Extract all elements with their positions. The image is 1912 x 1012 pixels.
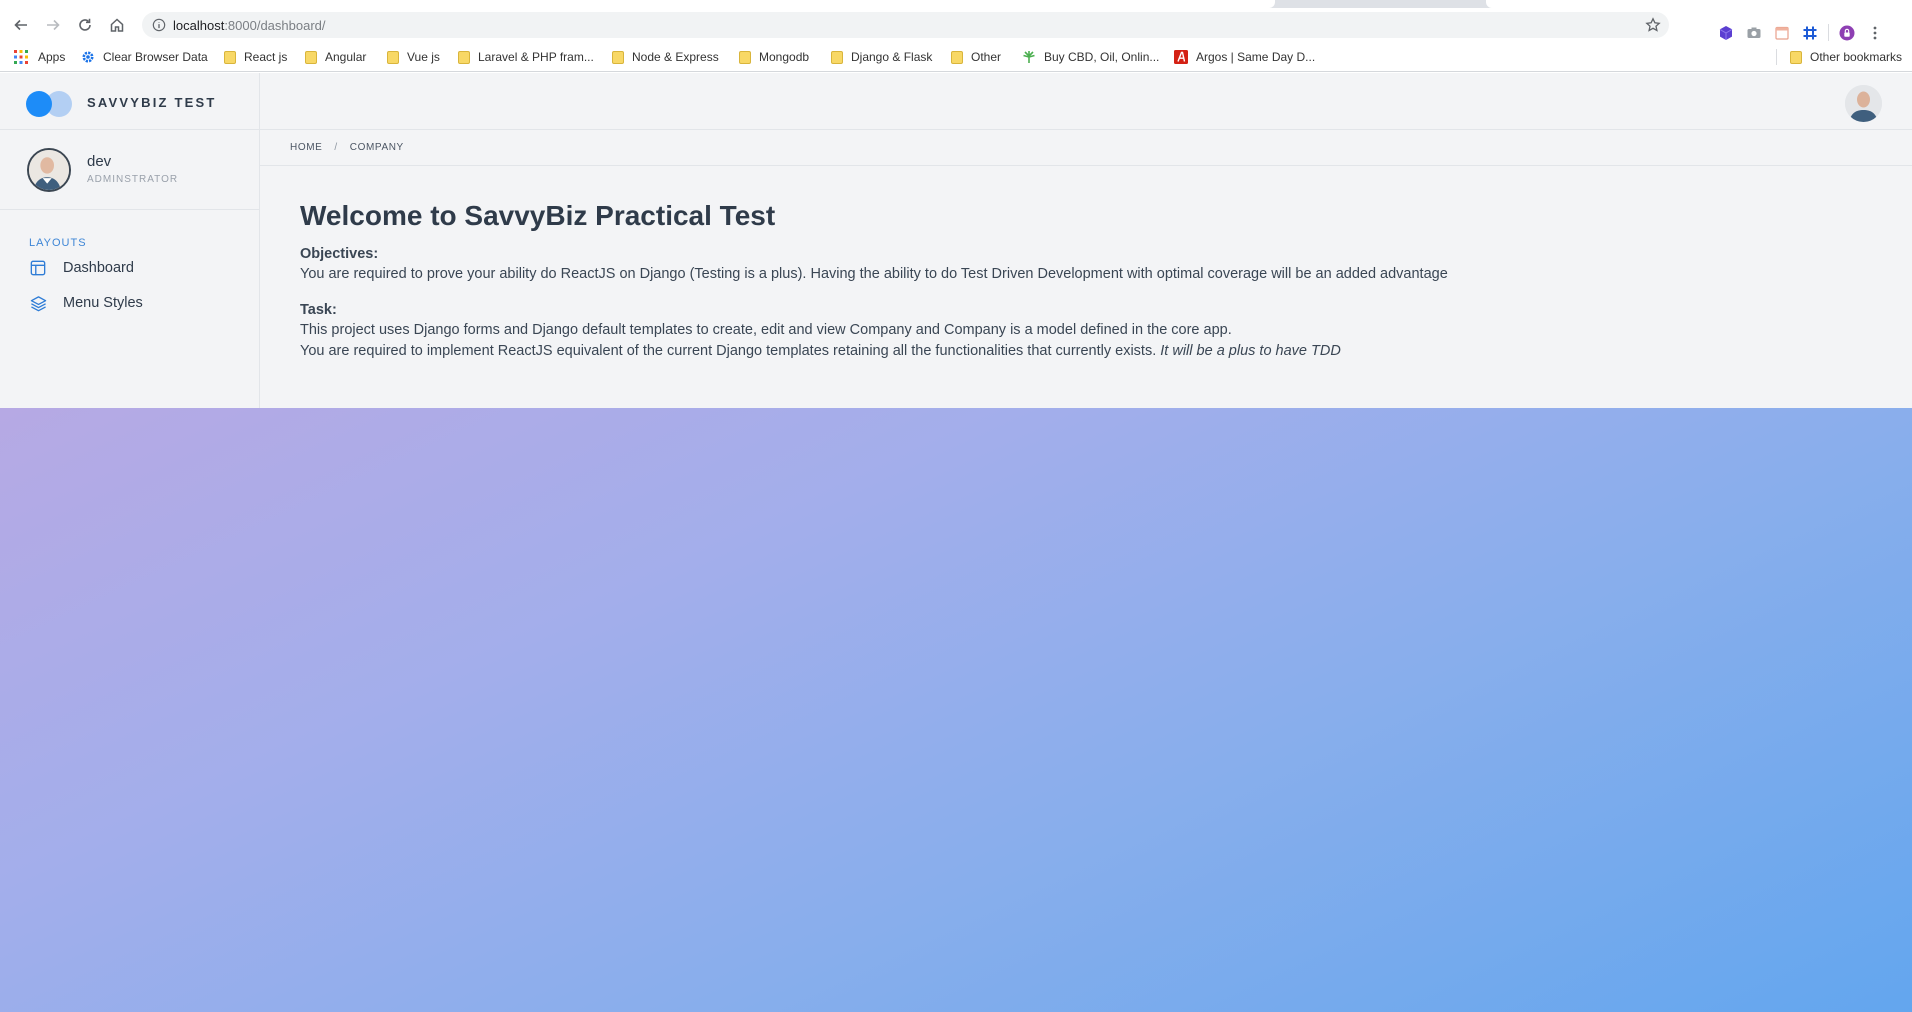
apps-grid-icon — [14, 50, 28, 64]
bookmark-django-flask[interactable]: Django & Flask — [831, 49, 932, 65]
bookmark-label: Mongodb — [759, 50, 810, 64]
bookmark-label: Other bookmarks — [1810, 50, 1903, 64]
folder-icon — [387, 50, 399, 64]
user-avatar-icon — [29, 150, 69, 190]
bookmark-label: Node & Express — [632, 50, 719, 64]
bookmark-label: Apps — [38, 50, 66, 64]
layers-icon — [29, 294, 47, 312]
home-button[interactable] — [102, 10, 132, 40]
calendar-icon — [1775, 26, 1789, 40]
tab-strip — [0, 0, 1912, 8]
sidebar-section-title: LAYOUTS — [29, 237, 87, 249]
objectives-text: You are required to prove your ability d… — [300, 266, 1448, 282]
bookmark-mongodb[interactable]: Mongodb — [739, 49, 809, 65]
arrow-left-icon — [14, 19, 27, 30]
bookmark-label: React js — [244, 50, 288, 64]
folder-icon — [739, 50, 751, 64]
active-tab[interactable] — [0, 0, 1275, 8]
other-tab[interactable] — [1486, 0, 1912, 8]
url-text[interactable]: localhost:8000/dashboard/ — [173, 18, 326, 33]
forward-button[interactable] — [38, 10, 68, 40]
kebab-menu-icon — [1873, 26, 1877, 39]
sidebar-item-label: Dashboard — [63, 260, 134, 276]
profile-lock-icon — [1839, 25, 1855, 40]
main-content: Welcome to SavvyBiz Practical Test Objec… — [300, 199, 1880, 362]
address-bar[interactable]: localhost:8000/dashboard/ — [142, 12, 1669, 38]
leaf-icon — [1023, 51, 1035, 63]
breadcrumb-home[interactable]: HOME — [290, 142, 322, 153]
reload-button[interactable] — [70, 10, 100, 40]
page-title: Welcome to SavvyBiz Practical Test — [300, 200, 776, 231]
page-background — [0, 408, 1912, 1012]
topbar — [260, 73, 1912, 130]
bookmarks-bar: Apps Clear Browser Data React js Angular… — [0, 41, 1912, 72]
folder-icon — [1790, 50, 1802, 64]
bookmark-laravel-php[interactable]: Laravel & PHP fram... — [458, 49, 594, 65]
bookmark-vue-js[interactable]: Vue js — [387, 49, 440, 65]
bookmarks-divider — [1776, 49, 1777, 65]
folder-icon — [224, 50, 236, 64]
bookmark-label: Django & Flask — [851, 50, 933, 64]
objectives-label: Objectives: — [300, 246, 379, 262]
brand-name: SAVVYBIZ TEST — [87, 95, 217, 110]
bookmark-label: Vue js — [407, 50, 440, 64]
bookmark-clear-browser-data[interactable]: Clear Browser Data — [81, 49, 208, 65]
bookmark-node-express[interactable]: Node & Express — [612, 49, 719, 65]
layout-icon — [29, 259, 47, 277]
arrow-right-icon — [47, 19, 60, 30]
folder-icon — [951, 50, 963, 64]
avatar[interactable] — [27, 148, 71, 192]
bookmark-react-js[interactable]: React js — [224, 49, 287, 65]
bookmark-label: Angular — [325, 50, 367, 64]
bookmark-angular[interactable]: Angular — [305, 49, 366, 65]
bookmark-label: Buy CBD, Oil, Onlin... — [1044, 50, 1160, 64]
task-text-emphasis: It will be a plus to have TDD — [1160, 343, 1341, 359]
app: SAVVYBIZ TEST dev ADMINSTRATOR LAYOUTS D… — [0, 73, 1912, 408]
user-name: dev — [87, 153, 112, 170]
toolbar-divider — [1828, 23, 1829, 42]
folder-icon — [305, 50, 317, 64]
cube-icon — [1719, 25, 1733, 40]
folder-icon — [612, 50, 624, 64]
breadcrumb-company[interactable]: COMPANY — [350, 142, 404, 153]
home-icon — [110, 17, 124, 32]
folder-icon — [831, 50, 843, 64]
task-text-line1: This project uses Django forms and Djang… — [300, 322, 1232, 338]
bookmark-apps[interactable]: Apps — [14, 49, 65, 65]
camera-icon — [1747, 27, 1761, 38]
bookmark-label: Argos | Same Day D... — [1196, 50, 1316, 64]
argos-icon — [1174, 50, 1188, 64]
folder-icon — [458, 50, 470, 64]
brand-logo-icon — [26, 91, 74, 117]
back-button[interactable] — [6, 10, 36, 40]
sidebar-item-menu-styles[interactable]: Menu Styles — [29, 292, 143, 314]
breadcrumb-separator: / — [334, 142, 338, 153]
bookmark-other-bookmarks[interactable]: Other bookmarks — [1790, 49, 1902, 65]
hash-grid-icon — [1803, 26, 1817, 39]
topbar-avatar[interactable] — [1845, 85, 1882, 122]
bookmark-argos[interactable]: Argos | Same Day D... — [1174, 49, 1315, 65]
bookmark-star-icon[interactable] — [1645, 17, 1661, 33]
bookmark-label: Other — [971, 50, 1002, 64]
bookmark-other[interactable]: Other — [951, 49, 1001, 65]
sidebar-item-label: Menu Styles — [63, 295, 143, 311]
bookmark-label: Clear Browser Data — [103, 50, 208, 64]
user-avatar-icon — [1845, 85, 1882, 122]
task-text-line2: You are required to implement ReactJS eq… — [300, 341, 1880, 362]
bookmark-buy-cbd[interactable]: Buy CBD, Oil, Onlin... — [1022, 49, 1159, 65]
browser-toolbar: localhost:8000/dashboard/ — [0, 8, 1912, 42]
brand[interactable]: SAVVYBIZ TEST — [0, 73, 259, 130]
task-label: Task: — [300, 302, 337, 318]
sidebar: SAVVYBIZ TEST dev ADMINSTRATOR LAYOUTS D… — [0, 73, 260, 408]
info-icon[interactable] — [151, 18, 166, 33]
bookmark-label: Laravel & PHP fram... — [478, 50, 594, 64]
sidebar-item-dashboard[interactable]: Dashboard — [29, 257, 134, 279]
gear-icon — [82, 51, 94, 63]
breadcrumb: HOME / COMPANY — [260, 130, 1912, 166]
task-text-line2-main: You are required to implement ReactJS eq… — [300, 343, 1157, 359]
reload-icon — [79, 18, 91, 31]
user-role: ADMINSTRATOR — [87, 174, 179, 185]
